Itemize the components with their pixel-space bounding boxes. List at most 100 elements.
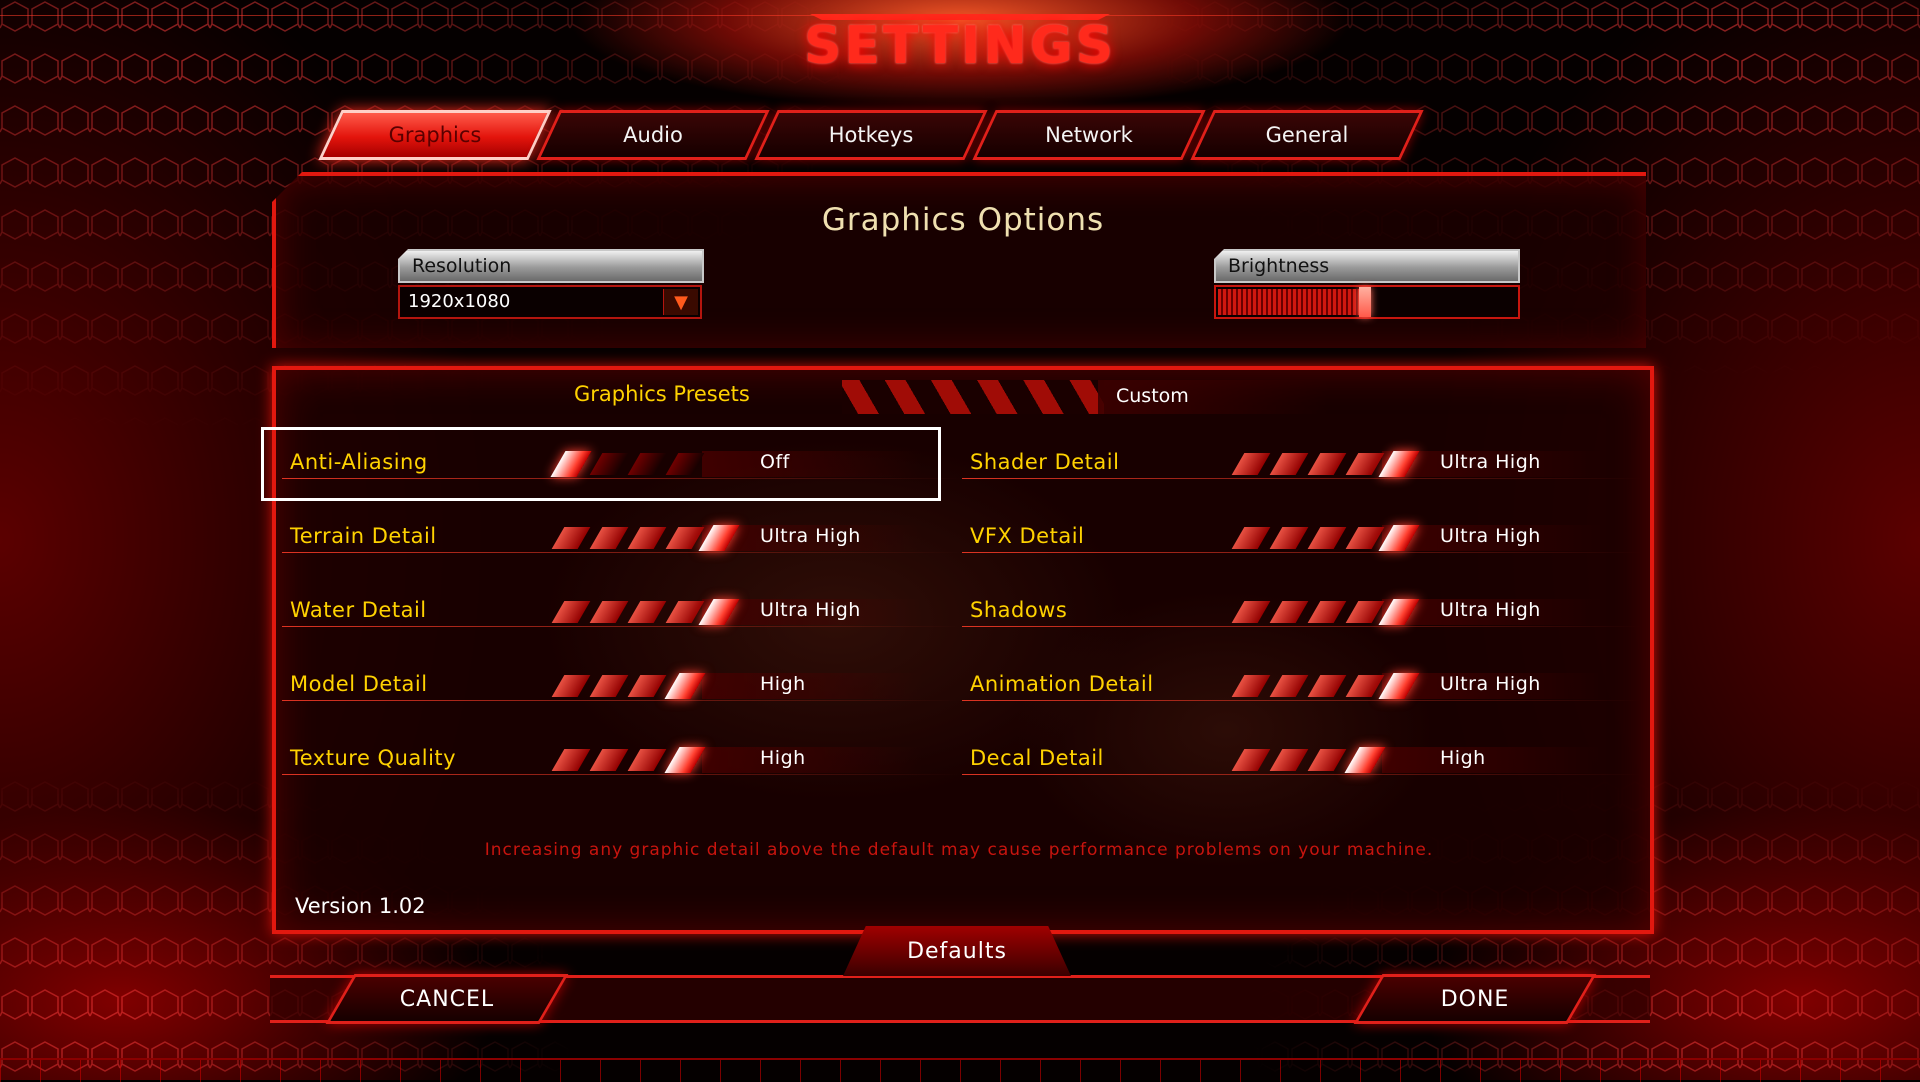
slider-segment[interactable] bbox=[627, 601, 667, 623]
slider-segment[interactable] bbox=[1345, 675, 1385, 697]
slider-segment[interactable] bbox=[1231, 749, 1271, 771]
tab-graphics[interactable]: Graphics bbox=[318, 110, 552, 160]
defaults-button[interactable]: Defaults bbox=[843, 926, 1071, 976]
option-slider[interactable] bbox=[1231, 599, 1420, 625]
slider-handle[interactable] bbox=[664, 747, 706, 773]
row-divider bbox=[282, 626, 962, 627]
version-label: Version 1.02 bbox=[295, 894, 426, 918]
slider-segment[interactable] bbox=[627, 675, 667, 697]
option-label: Animation Detail bbox=[970, 672, 1154, 696]
graphics-presets-label: Graphics Presets bbox=[574, 382, 750, 406]
option-label: Water Detail bbox=[290, 598, 427, 622]
row-divider bbox=[282, 552, 962, 553]
slider-segment[interactable] bbox=[665, 527, 705, 549]
slider-segment[interactable] bbox=[551, 749, 591, 771]
slider-segment[interactable] bbox=[1307, 453, 1347, 475]
slider-segment[interactable] bbox=[551, 527, 591, 549]
slider-segment[interactable] bbox=[1307, 601, 1347, 623]
slider-segment[interactable] bbox=[589, 527, 629, 549]
slider-segment[interactable] bbox=[551, 601, 591, 623]
cancel-button[interactable]: CANCEL bbox=[325, 974, 569, 1024]
done-button[interactable]: DONE bbox=[1353, 974, 1597, 1024]
selection-highlight bbox=[261, 427, 941, 501]
page-title: SETTINGS bbox=[803, 16, 1117, 76]
option-row-texture-quality[interactable]: Texture Quality High bbox=[282, 741, 962, 781]
resolution-value: 1920x1080 bbox=[408, 291, 511, 312]
slider-segment[interactable] bbox=[665, 601, 705, 623]
tab-general[interactable]: General bbox=[1190, 110, 1424, 160]
slider-segment[interactable] bbox=[1231, 675, 1271, 697]
value-bg bbox=[702, 673, 922, 699]
option-value: Ultra High bbox=[760, 599, 861, 621]
defaults-label: Defaults bbox=[907, 938, 1007, 964]
option-slider[interactable] bbox=[1231, 525, 1420, 551]
option-slider[interactable] bbox=[551, 747, 708, 773]
tab-label: General bbox=[1265, 123, 1349, 147]
option-slider[interactable] bbox=[1231, 451, 1420, 477]
row-divider bbox=[282, 774, 962, 775]
option-row-terrain-detail[interactable]: Terrain Detail Ultra High bbox=[282, 519, 962, 559]
tab-label: Graphics bbox=[388, 123, 482, 147]
option-value: Ultra High bbox=[1440, 599, 1541, 621]
option-label: Decal Detail bbox=[970, 746, 1104, 770]
slider-segment[interactable] bbox=[1269, 749, 1309, 771]
slider-segment[interactable] bbox=[627, 749, 667, 771]
tab-label: Audio bbox=[623, 123, 683, 147]
slider-segment[interactable] bbox=[1269, 453, 1309, 475]
option-row-shader-detail[interactable]: Shader Detail Ultra High bbox=[962, 445, 1642, 485]
slider-segment[interactable] bbox=[627, 527, 667, 549]
slider-segment[interactable] bbox=[589, 675, 629, 697]
option-row-water-detail[interactable]: Water Detail Ultra High bbox=[282, 593, 962, 633]
slider-segment[interactable] bbox=[1269, 527, 1309, 549]
tab-network[interactable]: Network bbox=[972, 110, 1206, 160]
graphics-presets-value: Custom bbox=[1116, 385, 1189, 407]
slider-segment[interactable] bbox=[1345, 601, 1385, 623]
tab-label: Hotkeys bbox=[828, 123, 914, 147]
option-value: Ultra High bbox=[1440, 673, 1541, 695]
row-divider bbox=[962, 478, 1642, 479]
graphics-presets-selector[interactable] bbox=[842, 380, 1104, 414]
option-row-shadows[interactable]: Shadows Ultra High bbox=[962, 593, 1642, 633]
resolution-select[interactable]: 1920x1080 ▼ bbox=[398, 285, 702, 319]
slider-handle[interactable] bbox=[664, 673, 706, 699]
option-slider[interactable] bbox=[551, 673, 708, 699]
slider-segment[interactable] bbox=[551, 675, 591, 697]
option-slider[interactable] bbox=[551, 525, 740, 551]
option-slider[interactable] bbox=[1231, 747, 1388, 773]
tab-audio[interactable]: Audio bbox=[536, 110, 770, 160]
slider-segment[interactable] bbox=[1269, 601, 1309, 623]
chevron-down-icon[interactable]: ▼ bbox=[663, 289, 698, 315]
slider-segment[interactable] bbox=[1231, 453, 1271, 475]
slider-segment[interactable] bbox=[1307, 527, 1347, 549]
tab-label: Network bbox=[1045, 123, 1133, 147]
slider-segment[interactable] bbox=[1307, 675, 1347, 697]
option-row-vfx-detail[interactable]: VFX Detail Ultra High bbox=[962, 519, 1642, 559]
option-value: Ultra High bbox=[1440, 525, 1541, 547]
option-slider[interactable] bbox=[551, 599, 740, 625]
option-label: Shadows bbox=[970, 598, 1068, 622]
slider-segment[interactable] bbox=[1345, 527, 1385, 549]
slider-segment[interactable] bbox=[589, 601, 629, 623]
slider-segment[interactable] bbox=[589, 749, 629, 771]
brightness-slider[interactable] bbox=[1214, 285, 1520, 319]
slider-segment[interactable] bbox=[1269, 675, 1309, 697]
option-row-decal-detail[interactable]: Decal Detail High bbox=[962, 741, 1642, 781]
option-row-model-detail[interactable]: Model Detail High bbox=[282, 667, 962, 707]
slider-segment[interactable] bbox=[1307, 749, 1347, 771]
value-bg bbox=[702, 747, 922, 773]
slider-segment[interactable] bbox=[1231, 601, 1271, 623]
brightness-slider-handle[interactable] bbox=[1359, 287, 1371, 317]
brightness-label: Brightness bbox=[1214, 249, 1520, 283]
resolution-label: Resolution bbox=[398, 249, 704, 283]
slider-segment[interactable] bbox=[1345, 453, 1385, 475]
value-bg bbox=[1382, 747, 1602, 773]
option-label: Terrain Detail bbox=[290, 524, 437, 548]
option-label: Texture Quality bbox=[290, 746, 457, 770]
slider-segment[interactable] bbox=[1231, 527, 1271, 549]
tab-hotkeys[interactable]: Hotkeys bbox=[754, 110, 988, 160]
brightness-fill bbox=[1218, 289, 1361, 315]
option-row-animation-detail[interactable]: Animation Detail Ultra High bbox=[962, 667, 1642, 707]
option-slider[interactable] bbox=[1231, 673, 1420, 699]
row-divider bbox=[962, 774, 1642, 775]
slider-handle[interactable] bbox=[1344, 747, 1386, 773]
